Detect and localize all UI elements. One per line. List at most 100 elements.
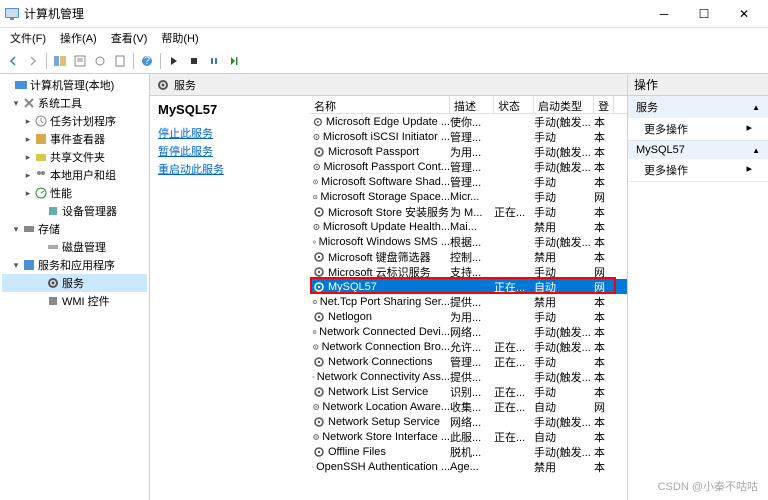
show-hide-button[interactable]	[51, 52, 69, 70]
content-header: 服务	[150, 74, 627, 96]
service-row[interactable]: Network Location Aware...收集...正在...自动网	[310, 399, 627, 414]
service-row[interactable]: Network Connected Devi...网络...手动(触发...本	[310, 324, 627, 339]
service-icon	[312, 385, 326, 399]
tree-disk-management[interactable]: 磁盘管理	[2, 238, 147, 256]
service-icon	[312, 175, 319, 189]
service-row[interactable]: Microsoft Windows SMS ...根据...手动(触发...本	[310, 234, 627, 249]
maximize-button[interactable]: ☐	[684, 0, 724, 28]
navigation-tree[interactable]: 计算机管理(本地) ▾系统工具 ▸任务计划程序 ▸事件查看器 ▸共享文件夹 ▸本…	[0, 74, 150, 500]
service-row[interactable]: Microsoft Software Shad...管理...手动本	[310, 174, 627, 189]
service-icon	[312, 205, 326, 219]
service-row[interactable]: Microsoft Store 安装服务为 M...正在...手动本	[310, 204, 627, 219]
app-icon	[4, 6, 20, 22]
gear-icon	[156, 78, 170, 92]
service-row[interactable]: Microsoft Passport为用...手动(触发...本	[310, 144, 627, 159]
stop-service-link[interactable]: 停止此服务	[158, 125, 302, 141]
menu-help[interactable]: 帮助(H)	[155, 28, 204, 48]
col-name[interactable]: 名称	[310, 96, 450, 113]
svg-text:?: ?	[144, 55, 150, 67]
service-row[interactable]: Network Setup Service网络...手动(触发...本	[310, 414, 627, 429]
service-row[interactable]: Network Connection Bro...允许...正在...手动(触发…	[310, 339, 627, 354]
service-row[interactable]: MySQL57正在...自动网	[310, 279, 627, 294]
service-row[interactable]: Network Connections管理...正在...手动本	[310, 354, 627, 369]
service-row[interactable]: Microsoft Passport Cont...管理...手动(触发...本	[310, 159, 627, 174]
list-header[interactable]: 名称 描述 状态 启动类型 登	[310, 96, 627, 114]
more-actions-mysql[interactable]: 更多操作▸	[628, 159, 768, 181]
export-icon[interactable]	[111, 52, 129, 70]
menu-file[interactable]: 文件(F)	[4, 28, 52, 48]
refresh-icon[interactable]	[91, 52, 109, 70]
actions-section-services[interactable]: 服务▲	[628, 96, 768, 118]
service-icon	[312, 370, 315, 384]
service-icon	[312, 400, 320, 414]
tree-services[interactable]: 服务	[2, 274, 147, 292]
col-status[interactable]: 状态	[494, 96, 534, 113]
close-button[interactable]: ✕	[724, 0, 764, 28]
help-icon[interactable]: ?	[138, 52, 156, 70]
services-list: 名称 描述 状态 启动类型 登 Microsoft Edge Update ..…	[310, 96, 627, 500]
service-icon	[312, 190, 318, 204]
service-row[interactable]: Microsoft Update Health...Mai...禁用本	[310, 219, 627, 234]
service-row[interactable]: Microsoft 键盘筛选器控制...禁用本	[310, 249, 627, 264]
back-button[interactable]	[4, 52, 22, 70]
service-detail-pane: MySQL57 停止此服务 暂停此服务 重启动此服务	[150, 96, 310, 500]
tree-wmi[interactable]: WMI 控件	[2, 292, 147, 310]
actions-header: 操作	[628, 74, 768, 96]
service-row[interactable]: Microsoft Edge Update ...使你...手动(触发...本	[310, 114, 627, 129]
service-icon	[312, 445, 326, 459]
service-row[interactable]: OpenSSH Authentication ...Age...禁用本	[310, 459, 627, 474]
col-startup[interactable]: 启动类型	[534, 96, 594, 113]
tree-system-tools[interactable]: ▾系统工具	[2, 94, 147, 112]
menu-action[interactable]: 操作(A)	[54, 28, 103, 48]
pause-icon[interactable]	[205, 52, 223, 70]
service-icon	[312, 310, 326, 324]
tree-local-users[interactable]: ▸本地用户和组	[2, 166, 147, 184]
menubar: 文件(F) 操作(A) 查看(V) 帮助(H)	[0, 28, 768, 48]
service-row[interactable]: Net.Tcp Port Sharing Ser...提供...禁用本	[310, 294, 627, 309]
service-row[interactable]: Network Connectivity Ass...提供...手动(触发...…	[310, 369, 627, 384]
service-row[interactable]: Network Store Interface ...此服...正在...自动本	[310, 429, 627, 444]
service-row[interactable]: Microsoft Storage Space...Micr...手动网	[310, 189, 627, 204]
actions-section-mysql[interactable]: MySQL57▲	[628, 141, 768, 159]
tree-shared-folders[interactable]: ▸共享文件夹	[2, 148, 147, 166]
actions-pane: 操作 服务▲ 更多操作▸ MySQL57▲ 更多操作▸	[628, 74, 768, 500]
tree-scheduler[interactable]: ▸任务计划程序	[2, 112, 147, 130]
col-logon[interactable]: 登	[594, 96, 614, 113]
titlebar: 计算机管理 ─ ☐ ✕	[0, 0, 768, 28]
service-row[interactable]: Offline Files脱机...手动(触发...本	[310, 444, 627, 459]
service-icon	[312, 280, 326, 294]
service-icon	[312, 340, 320, 354]
service-icon	[312, 115, 324, 129]
menu-view[interactable]: 查看(V)	[105, 28, 154, 48]
pause-service-link[interactable]: 暂停此服务	[158, 143, 302, 159]
toolbar: ?	[0, 48, 768, 74]
service-row[interactable]: Microsoft 云标识服务支持...手动网	[310, 264, 627, 279]
service-icon	[312, 460, 314, 474]
service-icon	[312, 235, 317, 249]
service-icon	[312, 250, 326, 264]
service-row[interactable]: Network List Service识别...正在...手动本	[310, 384, 627, 399]
tree-device-manager[interactable]: 设备管理器	[2, 202, 147, 220]
col-desc[interactable]: 描述	[450, 96, 494, 113]
tree-services-apps[interactable]: ▾服务和应用程序	[2, 256, 147, 274]
tree-root[interactable]: 计算机管理(本地)	[2, 76, 147, 94]
service-icon	[312, 355, 326, 369]
restart-icon[interactable]	[225, 52, 243, 70]
minimize-button[interactable]: ─	[644, 0, 684, 28]
service-icon	[312, 160, 321, 174]
service-row[interactable]: Netlogon为用...手动本	[310, 309, 627, 324]
service-icon	[312, 415, 326, 429]
play-icon[interactable]	[165, 52, 183, 70]
service-icon	[312, 130, 321, 144]
service-icon	[312, 145, 326, 159]
forward-button[interactable]	[24, 52, 42, 70]
tree-event-viewer[interactable]: ▸事件查看器	[2, 130, 147, 148]
tree-storage[interactable]: ▾存储	[2, 220, 147, 238]
restart-service-link[interactable]: 重启动此服务	[158, 161, 302, 177]
tree-performance[interactable]: ▸性能	[2, 184, 147, 202]
service-icon	[312, 265, 326, 279]
more-actions-services[interactable]: 更多操作▸	[628, 118, 768, 140]
service-row[interactable]: Microsoft iSCSI Initiator ...管理...手动本	[310, 129, 627, 144]
stop-icon[interactable]	[185, 52, 203, 70]
properties-icon[interactable]	[71, 52, 89, 70]
